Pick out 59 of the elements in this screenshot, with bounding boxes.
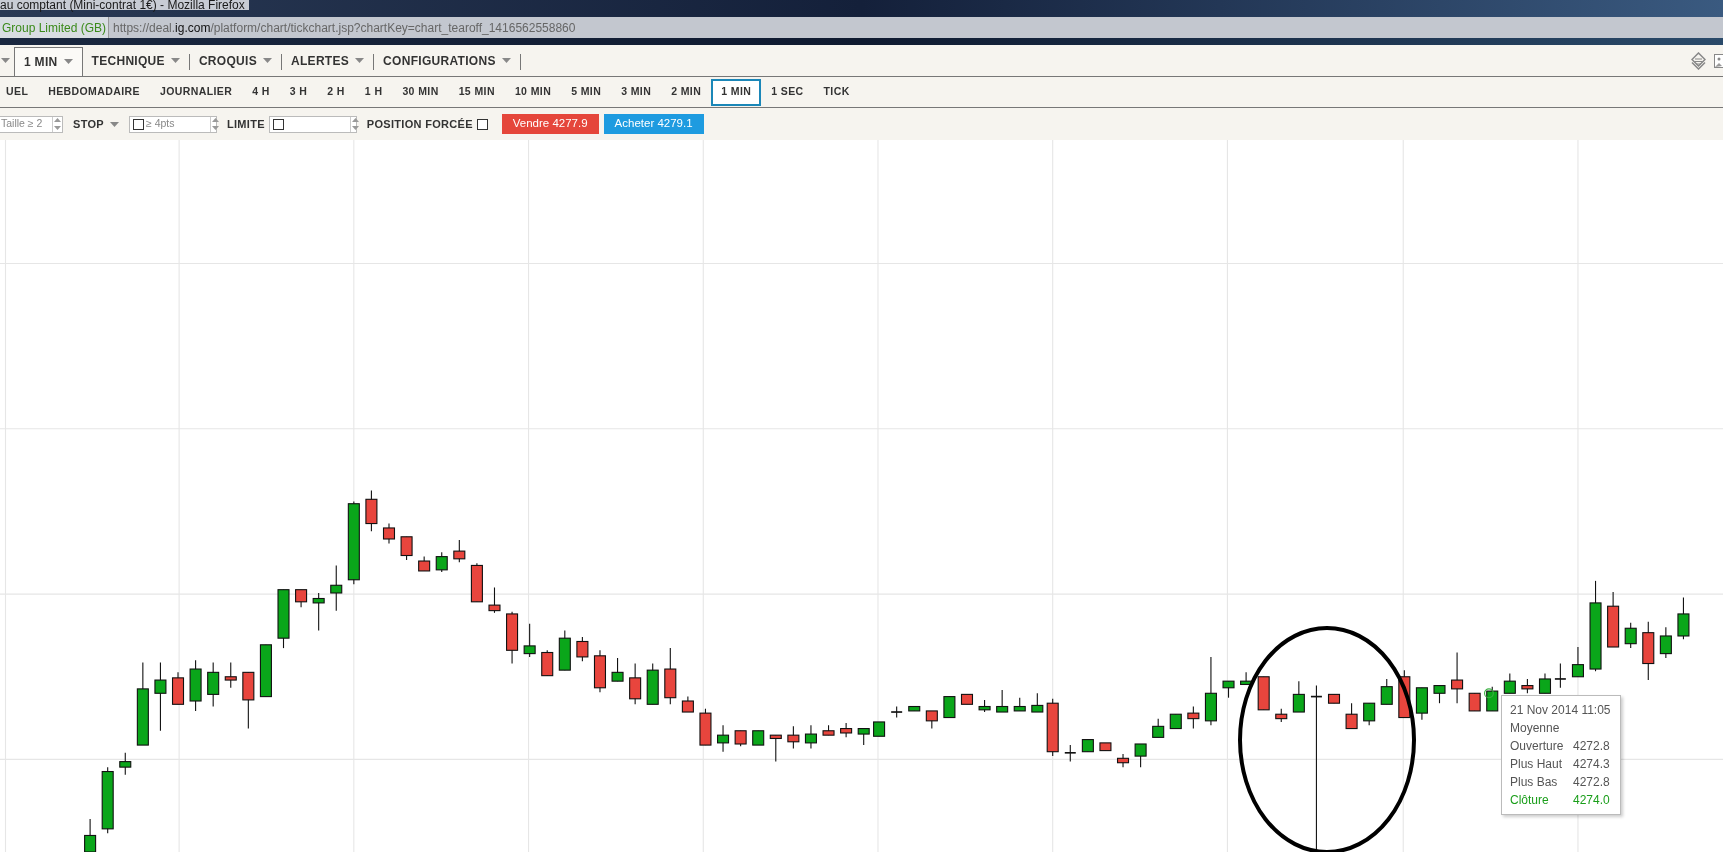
caret-icon xyxy=(1,58,10,63)
timeframe-tab[interactable]: 5 MIN xyxy=(561,78,612,106)
timeframe-tab[interactable]: 4 H xyxy=(242,78,280,106)
checkbox[interactable] xyxy=(476,118,488,130)
toolbar-menu[interactable]: CROQUIS xyxy=(189,46,281,75)
caret-icon xyxy=(170,58,180,63)
spinner-arrows-icon[interactable] xyxy=(210,116,220,132)
toolbar-menu[interactable]: TECHNIQUE xyxy=(82,46,189,75)
timeframe-tab[interactable]: 30 MIN xyxy=(392,78,449,106)
timeframe-tab[interactable]: 3 MIN xyxy=(611,78,662,106)
checkbox[interactable] xyxy=(132,118,144,130)
tooltip-label: Ouverture xyxy=(1510,738,1565,755)
stop-input[interactable]: ≥ 4pts xyxy=(145,116,208,132)
tooltip-date: 21 Nov 2014 11:05 xyxy=(1510,702,1612,719)
toolbar-menu[interactable]: 1 MIN xyxy=(14,46,83,76)
size-field[interactable]: Taille ≥ 2 xyxy=(0,115,63,133)
timeframe-tab[interactable]: 1 H xyxy=(354,78,393,106)
tooltip-value: 4272.8 xyxy=(1573,774,1610,791)
stop-field[interactable]: ≥ 4pts xyxy=(128,115,217,133)
timeframe-tab[interactable]: 2 H xyxy=(317,78,355,106)
tooltip-value: 4272.8 xyxy=(1573,738,1610,755)
tooltip-label: Plus Bas xyxy=(1510,774,1559,791)
timeframe-tab[interactable]: 3 H xyxy=(279,78,318,106)
hover-marker-icon xyxy=(1484,688,1494,699)
timeframe-tab[interactable]: 10 MIN xyxy=(504,78,562,106)
tooltip-value: 4274.3 xyxy=(1573,756,1610,773)
caret-icon xyxy=(63,59,73,64)
tooltip-label: Plus Haut xyxy=(1510,756,1564,773)
url-text[interactable]: https://deal.ig.com/platform/chart/tickchart.jsp?chartKey=chart_tearoff_1416562558860 xyxy=(109,18,576,37)
timeframe-tab[interactable]: HEBDOMADAIRE xyxy=(38,78,150,106)
spinner-arrows-icon[interactable] xyxy=(350,116,360,132)
tooltip-caption: Moyenne xyxy=(1510,720,1561,737)
layers-icon[interactable] xyxy=(1691,51,1706,70)
caret-icon xyxy=(263,58,272,63)
timeframe-tab[interactable]: 1 SEC xyxy=(761,78,814,106)
checkbox[interactable] xyxy=(272,118,284,130)
timeframe-tab[interactable]: TICK xyxy=(813,78,860,106)
size-input[interactable]: Taille ≥ 2 xyxy=(0,116,52,132)
image-icon[interactable] xyxy=(1714,52,1723,69)
tooltip-value: 4274.0 xyxy=(1573,792,1610,809)
caret-icon xyxy=(355,58,365,63)
caret-icon xyxy=(501,58,511,63)
timeframe-tab[interactable]: UEL xyxy=(0,78,39,106)
timeframe-tab[interactable]: 15 MIN xyxy=(448,78,505,106)
limit-field[interactable] xyxy=(268,115,357,133)
timeframe-tab[interactable]: 1 MIN xyxy=(711,78,762,106)
spinner-arrows-icon[interactable] xyxy=(53,116,62,132)
stop-dropdown[interactable]: STOP xyxy=(73,115,119,133)
tooltip-label: Clôture xyxy=(1510,792,1550,809)
forced-position-label: POSITION FORCÉE xyxy=(366,116,473,132)
toolbar-menu[interactable]: ALERTES xyxy=(282,46,374,75)
timeframe-tab[interactable]: JOURNALIER xyxy=(149,78,243,106)
sell-button[interactable]: Vendre 4277.9 xyxy=(501,114,599,134)
limit-label: LIMITE xyxy=(226,116,265,132)
address-bar[interactable]: Group Limited (GB) https://deal.ig.com/platform/chart/tickchart.jsp?chartKey=chart_tearoff_1416562558860 xyxy=(0,17,1723,38)
toolbar-menu[interactable]: CONFIGURATIONS xyxy=(374,46,520,75)
window-title: au comptant (Mini-contrat 1€) - Mozilla Firefox xyxy=(0,0,249,10)
caret-icon xyxy=(109,121,119,127)
timeframe-tab[interactable]: 2 MIN xyxy=(661,78,712,106)
